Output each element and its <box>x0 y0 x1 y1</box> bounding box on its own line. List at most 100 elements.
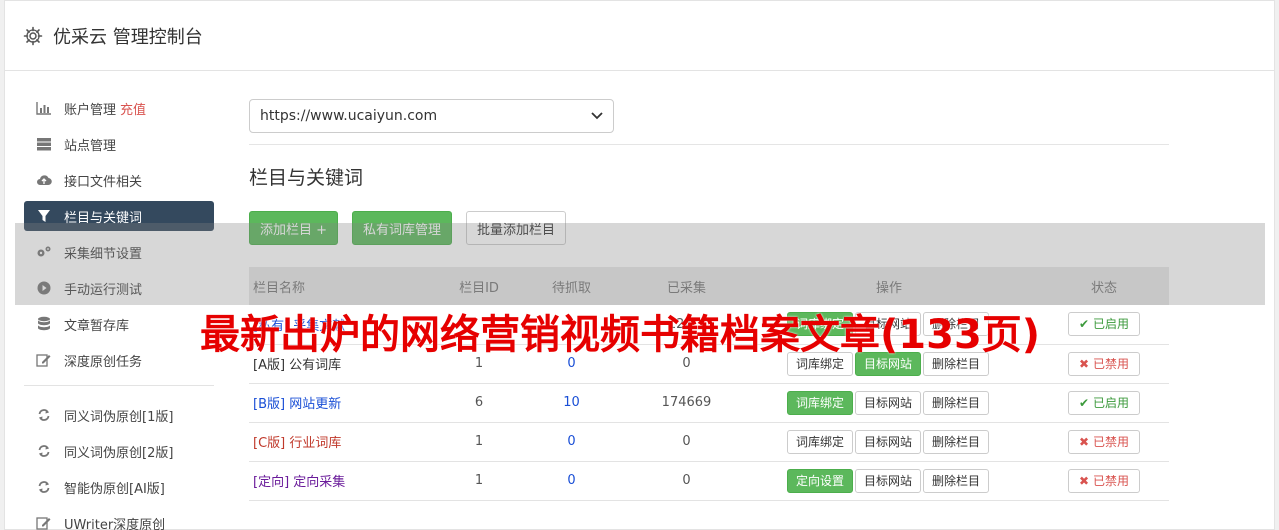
sidebar-item-account[interactable]: 账户管理 充值 <box>24 93 214 123</box>
target-site-button[interactable]: 目标网站 <box>854 468 921 493</box>
bar-chart-icon <box>36 100 52 116</box>
delete-column-button[interactable]: 删除栏目 <box>923 429 990 454</box>
play-circle-icon <box>36 280 52 296</box>
lexicon-bind-button[interactable]: 词库绑定 <box>786 429 853 454</box>
close-icon: ✖ <box>1079 356 1090 371</box>
close-icon: ✖ <box>1079 473 1090 488</box>
status-disabled-button[interactable]: ✖ 已禁用 <box>1068 429 1140 454</box>
delete-column-button[interactable]: 删除栏目 <box>923 468 990 493</box>
add-column-button[interactable]: 添加栏目 + <box>249 211 339 245</box>
col-header-status: 状态 <box>1090 280 1117 296</box>
private-lexicon-button[interactable]: 私有词库管理 <box>352 211 453 245</box>
app-header: 优采云 管理控制台 <box>5 1 1274 71</box>
table-row: [C版] 行业词库 1 0 0 词库绑定 目标网站 删除栏目 ✖ 已禁用 <box>249 422 1169 461</box>
divider <box>249 144 1169 145</box>
column-name[interactable]: [C版] 行业词库 <box>249 422 449 461</box>
column-pending: 0 <box>567 473 576 488</box>
column-pending: 0 <box>567 434 576 449</box>
sidebar-item-label: 智能伪原创[AI版] <box>64 481 165 497</box>
sidebar-item-deep-original[interactable]: 深度原创任务 <box>24 345 214 375</box>
col-header-actions: 操作 <box>875 280 902 296</box>
status-label: 已禁用 <box>1092 473 1129 488</box>
sidebar-item-label: 同义词伪原创[2版] <box>64 445 174 461</box>
col-header-name: 栏目名称 <box>253 280 306 296</box>
section-title: 栏目与关键词 <box>249 167 364 189</box>
chevron-down-icon <box>591 108 603 124</box>
sidebar-item-label: 文章暂存库 <box>64 318 130 334</box>
database-icon <box>36 316 52 332</box>
column-id: 1 <box>474 473 484 488</box>
col-header-id: 栏目ID <box>459 280 499 296</box>
check-icon: ✔ <box>1079 317 1090 332</box>
column-actions: 词库绑定 目标网站 删除栏目 <box>739 383 1039 422</box>
status-label: 已禁用 <box>1092 356 1129 371</box>
edit-icon <box>36 352 52 368</box>
column-collected: 0 <box>682 434 691 449</box>
column-name[interactable]: [定向] 定向采集 <box>249 461 449 500</box>
column-name[interactable]: [B版] 网站更新 <box>249 383 449 422</box>
sidebar-item-label: 账户管理 <box>64 102 117 118</box>
column-actions: 词库绑定 目标网站 删除栏目 <box>739 422 1039 461</box>
sidebar-item-interface[interactable]: 接口文件相关 <box>24 165 214 195</box>
column-status: ✖ 已禁用 <box>1039 344 1169 383</box>
col-header-pending: 待抓取 <box>551 280 591 296</box>
column-collected: 0 <box>682 473 691 488</box>
site-select[interactable]: https://www.ucaiyun.com <box>249 99 614 133</box>
column-pending: 10 <box>563 395 580 410</box>
sidebar-item-manual-run[interactable]: 手动运行测试 <box>24 273 214 303</box>
sidebar-item-label: 采集细节设置 <box>64 246 143 262</box>
sidebar-item-uwriter[interactable]: UWriter深度原创 <box>24 508 214 530</box>
gears-icon <box>36 244 52 260</box>
sidebar-item-label: 手动运行测试 <box>64 282 143 298</box>
app-window: 优采云 管理控制台 账户管理 充值 站点管理 接口文件相关 栏目与关键词 采集细… <box>4 0 1275 530</box>
column-actions: 定向设置 目标网站 删除栏目 <box>739 461 1039 500</box>
column-status: ✔ 已启用 <box>1039 383 1169 422</box>
sidebar-item-synonym-v2[interactable]: 同义词伪原创[2版] <box>24 436 214 466</box>
sidebar-item-label: 同义词伪原创[1版] <box>64 409 174 425</box>
status-enabled-button[interactable]: ✔ 已启用 <box>1068 390 1140 415</box>
sidebar: 账户管理 充值 站点管理 接口文件相关 栏目与关键词 采集细节设置 手动运行测试… <box>24 93 214 530</box>
col-header-collected: 已采集 <box>666 280 706 296</box>
sidebar-item-label: 栏目与关键词 <box>64 210 143 226</box>
status-disabled-button[interactable]: ✖ 已禁用 <box>1068 468 1140 493</box>
sidebar-item-label: 接口文件相关 <box>64 174 143 190</box>
column-collected: 174669 <box>661 395 712 410</box>
server-icon <box>36 136 52 152</box>
status-label: 已禁用 <box>1092 434 1129 449</box>
column-status: ✖ 已禁用 <box>1039 422 1169 461</box>
refresh-icon <box>36 479 52 495</box>
column-id: 6 <box>474 395 484 410</box>
column-id: 1 <box>474 434 484 449</box>
status-disabled-button[interactable]: ✖ 已禁用 <box>1068 351 1140 376</box>
sidebar-divider <box>24 385 214 386</box>
lexicon-bind-button[interactable]: 词库绑定 <box>786 390 853 415</box>
close-icon: ✖ <box>1079 434 1090 449</box>
sidebar-item-columns[interactable]: 栏目与关键词 <box>24 201 214 231</box>
batch-add-column-button[interactable]: 批量添加栏目 <box>466 211 567 245</box>
sidebar-item-ai-rewrite[interactable]: 智能伪原创[AI版] <box>24 472 214 502</box>
sidebar-item-label: UWriter深度原创 <box>64 517 166 530</box>
status-enabled-button[interactable]: ✔ 已启用 <box>1068 312 1140 337</box>
toolbar: 添加栏目 + 私有词库管理 批量添加栏目 <box>249 211 1169 245</box>
status-label: 已启用 <box>1092 317 1129 332</box>
delete-column-button[interactable]: 删除栏目 <box>923 390 990 415</box>
page-title: 优采云 管理控制台 <box>53 26 203 48</box>
site-select-value: https://www.ucaiyun.com <box>260 108 438 124</box>
sidebar-item-synonym-v1[interactable]: 同义词伪原创[1版] <box>24 400 214 430</box>
directed-settings-button[interactable]: 定向设置 <box>786 468 853 493</box>
column-status: ✔ 已启用 <box>1039 305 1169 344</box>
sidebar-item-sites[interactable]: 站点管理 <box>24 129 214 159</box>
sidebar-item-article-store[interactable]: 文章暂存库 <box>24 309 214 339</box>
sidebar-item-label: 深度原创任务 <box>64 354 143 370</box>
edit-icon <box>36 515 52 530</box>
filter-icon <box>36 208 52 224</box>
sidebar-item-collect-settings[interactable]: 采集细节设置 <box>24 237 214 267</box>
check-icon: ✔ <box>1079 395 1090 410</box>
column-status: ✖ 已禁用 <box>1039 461 1169 500</box>
main-content: https://www.ucaiyun.com 栏目与关键词 添加栏目 + 私有… <box>249 99 1169 501</box>
sidebar-item-label: 站点管理 <box>64 138 117 154</box>
recharge-link[interactable]: 充值 <box>120 99 146 118</box>
target-site-button[interactable]: 目标网站 <box>854 429 921 454</box>
table-row: [定向] 定向采集 1 0 0 定向设置 目标网站 删除栏目 ✖ 已禁用 <box>249 461 1169 500</box>
target-site-button[interactable]: 目标网站 <box>854 390 921 415</box>
